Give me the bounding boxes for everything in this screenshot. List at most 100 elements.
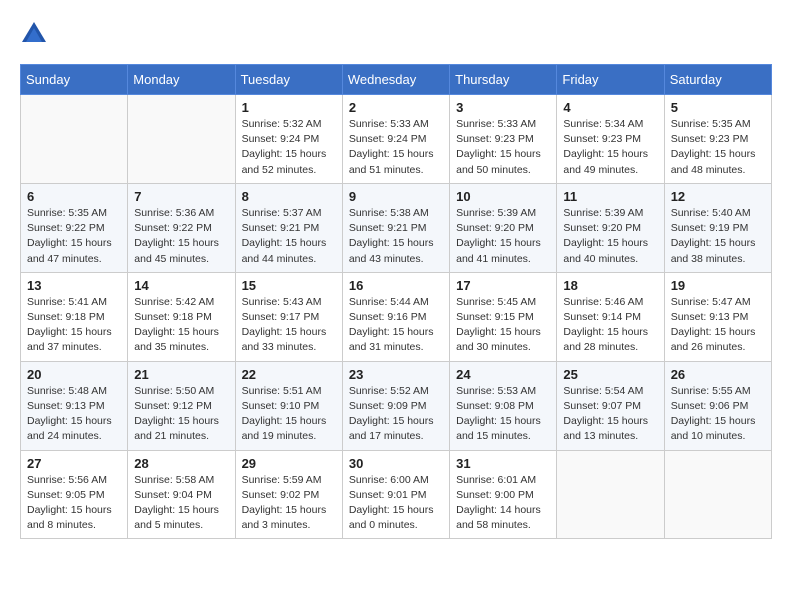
- calendar-cell: [128, 95, 235, 184]
- logo: [20, 20, 52, 48]
- calendar-cell: 9 Sunrise: 5:38 AM Sunset: 9:21 PM Daylig…: [342, 183, 449, 272]
- calendar-cell: 16 Sunrise: 5:44 AM Sunset: 9:16 PM Dayli…: [342, 272, 449, 361]
- day-number: 23: [349, 367, 443, 382]
- day-info: Sunrise: 5:46 AM Sunset: 9:14 PM Dayligh…: [563, 295, 657, 356]
- day-info: Sunrise: 5:55 AM Sunset: 9:06 PM Dayligh…: [671, 384, 765, 445]
- day-number: 15: [242, 278, 336, 293]
- calendar-cell: 24Sunrise: 5:53 AM Sunset: 9:08 PM Dayli…: [450, 361, 557, 450]
- day-number: 5: [671, 100, 765, 115]
- calendar-week-row: 13 Sunrise: 5:41 AM Sunset: 9:18 PM Dayli…: [21, 272, 772, 361]
- day-info: Sunrise: 5:33 AM Sunset: 9:23 PM Dayligh…: [456, 117, 550, 178]
- day-number: 10: [456, 189, 550, 204]
- calendar-cell: 18 Sunrise: 5:46 AM Sunset: 9:14 PM Dayli…: [557, 272, 664, 361]
- day-info: Sunrise: 5:37 AM Sunset: 9:21 PM Dayligh…: [242, 206, 336, 267]
- calendar-cell: 21 Sunrise: 5:50 AM Sunset: 9:12 PM Dayli…: [128, 361, 235, 450]
- day-info: Sunrise: 6:01 AM Sunset: 9:00 PM Dayligh…: [456, 473, 550, 534]
- day-info: Sunrise: 5:56 AM Sunset: 9:05 PM Dayligh…: [27, 473, 121, 534]
- calendar-cell: 4 Sunrise: 5:34 AM Sunset: 9:23 PM Daylig…: [557, 95, 664, 184]
- day-number: 29: [242, 456, 336, 471]
- day-number: 26: [671, 367, 765, 382]
- calendar-cell: 7Sunrise: 5:36 AM Sunset: 9:22 PM Daylig…: [128, 183, 235, 272]
- day-number: 19: [671, 278, 765, 293]
- calendar-cell: 28 Sunrise: 5:58 AM Sunset: 9:04 PM Dayli…: [128, 450, 235, 539]
- day-number: 7: [134, 189, 228, 204]
- day-info: Sunrise: 5:33 AM Sunset: 9:24 PM Dayligh…: [349, 117, 443, 178]
- day-info: Sunrise: 5:52 AM Sunset: 9:09 PM Dayligh…: [349, 384, 443, 445]
- calendar-cell: [664, 450, 771, 539]
- day-info: Sunrise: 5:51 AM Sunset: 9:10 PM Dayligh…: [242, 384, 336, 445]
- calendar-cell: 29Sunrise: 5:59 AM Sunset: 9:02 PM Dayli…: [235, 450, 342, 539]
- calendar-week-row: 20Sunrise: 5:48 AM Sunset: 9:13 PM Dayli…: [21, 361, 772, 450]
- day-number: 13: [27, 278, 121, 293]
- calendar-cell: 22 Sunrise: 5:51 AM Sunset: 9:10 PM Dayli…: [235, 361, 342, 450]
- day-info: Sunrise: 5:47 AM Sunset: 9:13 PM Dayligh…: [671, 295, 765, 356]
- calendar-week-row: 1Sunrise: 5:32 AM Sunset: 9:24 PM Daylig…: [21, 95, 772, 184]
- calendar-cell: 17 Sunrise: 5:45 AM Sunset: 9:15 PM Dayli…: [450, 272, 557, 361]
- calendar-week-row: 27 Sunrise: 5:56 AM Sunset: 9:05 PM Dayli…: [21, 450, 772, 539]
- day-info: Sunrise: 5:42 AM Sunset: 9:18 PM Dayligh…: [134, 295, 228, 356]
- day-number: 4: [563, 100, 657, 115]
- calendar-cell: 2 Sunrise: 5:33 AM Sunset: 9:24 PM Daylig…: [342, 95, 449, 184]
- day-info: Sunrise: 5:38 AM Sunset: 9:21 PM Dayligh…: [349, 206, 443, 267]
- calendar-week-row: 6Sunrise: 5:35 AM Sunset: 9:22 PM Daylig…: [21, 183, 772, 272]
- day-number: 28: [134, 456, 228, 471]
- day-info: Sunrise: 5:45 AM Sunset: 9:15 PM Dayligh…: [456, 295, 550, 356]
- weekday-header: Wednesday: [342, 65, 449, 95]
- calendar-table: SundayMondayTuesdayWednesdayThursdayFrid…: [20, 64, 772, 539]
- calendar-cell: 23 Sunrise: 5:52 AM Sunset: 9:09 PM Dayli…: [342, 361, 449, 450]
- weekday-header: Thursday: [450, 65, 557, 95]
- day-number: 24: [456, 367, 550, 382]
- calendar-cell: [21, 95, 128, 184]
- day-info: Sunrise: 5:58 AM Sunset: 9:04 PM Dayligh…: [134, 473, 228, 534]
- logo-icon: [20, 20, 48, 48]
- day-info: Sunrise: 5:39 AM Sunset: 9:20 PM Dayligh…: [456, 206, 550, 267]
- calendar-cell: 19 Sunrise: 5:47 AM Sunset: 9:13 PM Dayli…: [664, 272, 771, 361]
- calendar-cell: 10 Sunrise: 5:39 AM Sunset: 9:20 PM Dayli…: [450, 183, 557, 272]
- day-number: 8: [242, 189, 336, 204]
- day-info: Sunrise: 5:44 AM Sunset: 9:16 PM Dayligh…: [349, 295, 443, 356]
- day-info: Sunrise: 5:32 AM Sunset: 9:24 PM Dayligh…: [242, 117, 336, 178]
- calendar-cell: 15 Sunrise: 5:43 AM Sunset: 9:17 PM Dayli…: [235, 272, 342, 361]
- weekday-header: Friday: [557, 65, 664, 95]
- weekday-header: Tuesday: [235, 65, 342, 95]
- calendar-cell: 6Sunrise: 5:35 AM Sunset: 9:22 PM Daylig…: [21, 183, 128, 272]
- day-number: 17: [456, 278, 550, 293]
- day-info: Sunrise: 5:35 AM Sunset: 9:22 PM Dayligh…: [27, 206, 121, 267]
- weekday-header: Monday: [128, 65, 235, 95]
- calendar-cell: 3 Sunrise: 5:33 AM Sunset: 9:23 PM Daylig…: [450, 95, 557, 184]
- calendar-cell: 14Sunrise: 5:42 AM Sunset: 9:18 PM Dayli…: [128, 272, 235, 361]
- calendar-cell: 20Sunrise: 5:48 AM Sunset: 9:13 PM Dayli…: [21, 361, 128, 450]
- day-number: 11: [563, 189, 657, 204]
- calendar-cell: 31 Sunrise: 6:01 AM Sunset: 9:00 PM Dayli…: [450, 450, 557, 539]
- calendar-cell: 26 Sunrise: 5:55 AM Sunset: 9:06 PM Dayli…: [664, 361, 771, 450]
- weekday-header: Saturday: [664, 65, 771, 95]
- calendar-cell: 25Sunrise: 5:54 AM Sunset: 9:07 PM Dayli…: [557, 361, 664, 450]
- day-number: 2: [349, 100, 443, 115]
- day-info: Sunrise: 5:40 AM Sunset: 9:19 PM Dayligh…: [671, 206, 765, 267]
- calendar-cell: [557, 450, 664, 539]
- day-number: 9: [349, 189, 443, 204]
- day-number: 22: [242, 367, 336, 382]
- day-number: 20: [27, 367, 121, 382]
- day-number: 12: [671, 189, 765, 204]
- calendar-cell: 30Sunrise: 6:00 AM Sunset: 9:01 PM Dayli…: [342, 450, 449, 539]
- day-info: Sunrise: 5:34 AM Sunset: 9:23 PM Dayligh…: [563, 117, 657, 178]
- page-header: [20, 20, 772, 48]
- calendar-cell: 1Sunrise: 5:32 AM Sunset: 9:24 PM Daylig…: [235, 95, 342, 184]
- calendar-cell: 13 Sunrise: 5:41 AM Sunset: 9:18 PM Dayli…: [21, 272, 128, 361]
- day-info: Sunrise: 5:39 AM Sunset: 9:20 PM Dayligh…: [563, 206, 657, 267]
- day-info: Sunrise: 5:41 AM Sunset: 9:18 PM Dayligh…: [27, 295, 121, 356]
- day-number: 18: [563, 278, 657, 293]
- day-number: 3: [456, 100, 550, 115]
- day-number: 31: [456, 456, 550, 471]
- day-info: Sunrise: 6:00 AM Sunset: 9:01 PM Dayligh…: [349, 473, 443, 534]
- day-number: 16: [349, 278, 443, 293]
- calendar-cell: 8 Sunrise: 5:37 AM Sunset: 9:21 PM Daylig…: [235, 183, 342, 272]
- day-number: 21: [134, 367, 228, 382]
- calendar-cell: 5 Sunrise: 5:35 AM Sunset: 9:23 PM Daylig…: [664, 95, 771, 184]
- day-number: 27: [27, 456, 121, 471]
- day-info: Sunrise: 5:35 AM Sunset: 9:23 PM Dayligh…: [671, 117, 765, 178]
- day-info: Sunrise: 5:50 AM Sunset: 9:12 PM Dayligh…: [134, 384, 228, 445]
- calendar-cell: 11 Sunrise: 5:39 AM Sunset: 9:20 PM Dayli…: [557, 183, 664, 272]
- day-info: Sunrise: 5:43 AM Sunset: 9:17 PM Dayligh…: [242, 295, 336, 356]
